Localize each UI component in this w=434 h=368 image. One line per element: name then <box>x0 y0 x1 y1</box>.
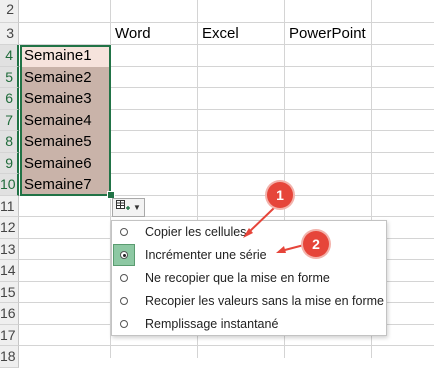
callout-badge-1: 1 <box>267 182 293 208</box>
cell-series[interactable]: Semaine7 <box>20 174 110 196</box>
menu-item-flash-fill[interactable]: Remplissage instantané <box>113 313 385 335</box>
menu-item-label: Ne recopier que la mise en forme <box>145 271 330 285</box>
menu-item-fill-formatting-only[interactable]: Ne recopier que la mise en forme <box>113 267 385 289</box>
radio-icon <box>113 313 135 335</box>
row-header[interactable]: 11 <box>0 196 19 217</box>
chevron-down-icon: ▼ <box>133 203 141 212</box>
cell-series[interactable]: Semaine4 <box>20 110 110 131</box>
row-header[interactable]: 6 <box>0 88 19 110</box>
callout-badge-2: 2 <box>303 231 329 257</box>
row-header[interactable]: 5 <box>0 67 19 88</box>
row-header[interactable]: 17 <box>0 325 19 346</box>
menu-item-label: Copier les cellules <box>145 225 247 239</box>
cell-series[interactable]: Semaine5 <box>20 131 110 153</box>
row-header[interactable]: 18 <box>0 346 19 368</box>
autofill-options-icon <box>116 199 131 217</box>
menu-item-copy-cells[interactable]: Copier les cellules <box>113 221 385 243</box>
cell-word-header[interactable]: Word <box>111 23 197 44</box>
row-header[interactable]: 12 <box>0 217 19 239</box>
row-header[interactable]: 13 <box>0 239 19 260</box>
radio-icon <box>113 290 135 312</box>
row-header[interactable]: 16 <box>0 303 19 325</box>
row-header[interactable]: 4 <box>0 45 19 67</box>
row-header[interactable]: 10 <box>0 174 19 196</box>
autofill-options-menu: Copier les cellules Incrémenter une séri… <box>111 220 387 336</box>
row-header[interactable]: 3 <box>0 23 19 45</box>
row-header[interactable]: 7 <box>0 110 19 131</box>
radio-checked-icon <box>113 244 135 266</box>
cell-series[interactable]: Semaine2 <box>20 67 110 88</box>
autofill-options-button[interactable]: ▼ <box>112 198 145 217</box>
menu-item-label: Incrémenter une série <box>145 248 267 262</box>
menu-item-fill-series[interactable]: Incrémenter une série <box>113 244 385 266</box>
radio-icon <box>113 267 135 289</box>
cell-powerpoint-header[interactable]: PowerPoint <box>285 23 371 44</box>
row-header[interactable]: 8 <box>0 131 19 153</box>
cell-series[interactable]: Semaine1 <box>20 45 110 67</box>
row-header[interactable]: 9 <box>0 153 19 174</box>
row-header[interactable]: 2 <box>0 0 19 23</box>
menu-item-fill-without-formatting[interactable]: Recopier les valeurs sans la mise en for… <box>113 290 385 312</box>
cell-excel-header[interactable]: Excel <box>198 23 284 44</box>
cell-series[interactable]: Semaine6 <box>20 153 110 174</box>
radio-icon <box>113 221 135 243</box>
row-header[interactable]: 14 <box>0 260 19 282</box>
menu-item-label: Recopier les valeurs sans la mise en for… <box>145 294 384 308</box>
cell-series[interactable]: Semaine3 <box>20 88 110 110</box>
row-header[interactable]: 15 <box>0 282 19 303</box>
menu-item-label: Remplissage instantané <box>145 317 279 331</box>
